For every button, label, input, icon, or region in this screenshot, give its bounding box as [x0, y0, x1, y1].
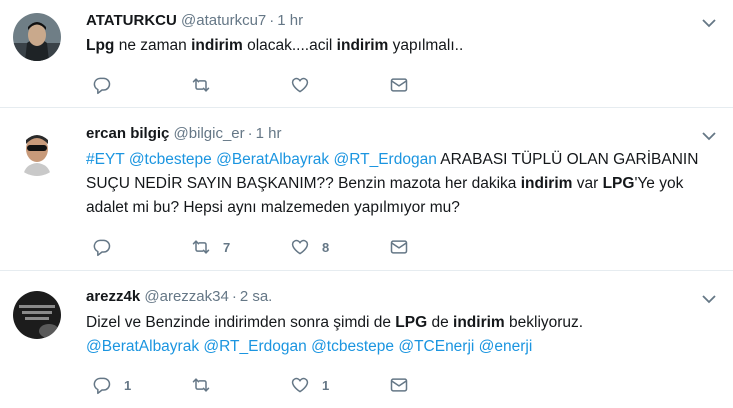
user-handle[interactable]: @arezzak34 — [144, 288, 228, 305]
like-button[interactable] — [290, 75, 322, 95]
highlighted-keyword: indirim — [453, 314, 505, 331]
reply-icon — [93, 77, 111, 95]
chevron-down-icon[interactable] — [701, 17, 717, 29]
text-fragment: bekliyoruz. — [504, 314, 584, 331]
tweet-actions: 1 1 — [86, 375, 726, 399]
retweet-button[interactable]: 7 — [191, 237, 230, 257]
like-count: 8 — [322, 239, 330, 255]
mention-link[interactable]: @tcbestepe — [311, 338, 394, 355]
heart-icon — [291, 239, 309, 255]
like-count: 1 — [322, 377, 330, 393]
highlighted-keyword: indirim — [520, 175, 573, 192]
reply-button[interactable] — [92, 75, 124, 95]
mention-link[interactable]: @BeratAlbayrak — [86, 338, 199, 355]
mention-link[interactable]: @tcbestepe — [129, 151, 212, 168]
display-name[interactable]: ercan bilgiç — [86, 125, 169, 142]
tweet-header: ercan bilgiç @bilgic_er · 1 hr — [86, 125, 282, 142]
reply-icon — [93, 239, 111, 257]
reply-button[interactable]: 1 — [92, 375, 131, 395]
tweet-text: Lpg ne zaman indirim olacak....acil indi… — [86, 34, 716, 58]
text-fragment: var — [572, 175, 603, 192]
avatar[interactable] — [13, 13, 61, 61]
retweet-icon — [192, 78, 210, 92]
display-name[interactable]: ATATURKCU — [86, 12, 177, 29]
direct-message-button[interactable] — [389, 75, 409, 95]
retweet-icon — [192, 240, 210, 254]
highlighted-keyword: Lpg — [86, 37, 115, 54]
highlighted-keyword: indirim — [336, 37, 389, 54]
timestamp[interactable]: 1 hr — [277, 12, 303, 29]
tweet-header: ATATURKCU @ataturkcu7 · 1 hr — [86, 12, 303, 29]
chevron-down-icon[interactable] — [701, 293, 717, 305]
retweet-button[interactable] — [191, 75, 223, 95]
highlighted-keyword: LPG — [602, 175, 635, 192]
like-button[interactable]: 1 — [290, 375, 329, 395]
reply-button[interactable] — [92, 237, 124, 257]
envelope-icon — [390, 378, 408, 392]
envelope-icon — [390, 78, 408, 92]
display-name[interactable]: arezz4k — [86, 288, 140, 305]
retweet-icon — [192, 378, 210, 392]
heart-icon — [291, 377, 309, 393]
direct-message-button[interactable] — [389, 237, 409, 257]
separator-dot: · — [269, 12, 275, 29]
tweet-actions — [86, 75, 726, 99]
avatar[interactable] — [13, 291, 61, 339]
reply-icon — [93, 377, 111, 395]
tweet-header: arezz4k @arezzak34 · 2 sa. — [86, 288, 272, 305]
reply-count: 1 — [124, 377, 132, 393]
direct-message-button[interactable] — [389, 375, 409, 395]
mention-link[interactable]: @TCEnerji — [398, 338, 474, 355]
mention-link[interactable]: @RT_Erdogan — [333, 151, 436, 168]
highlighted-keyword: LPG — [395, 314, 428, 331]
tweet[interactable]: arezz4k @arezzak34 · 2 sa. Dizel ve Benzin… — [0, 271, 733, 408]
timestamp[interactable]: 2 sa. — [240, 288, 273, 305]
highlighted-keyword: indirim — [191, 37, 243, 54]
user-handle[interactable]: @bilgic_er — [174, 125, 245, 142]
separator-dot: · — [247, 125, 253, 142]
tweet-actions: 7 8 — [86, 237, 726, 261]
chevron-down-icon[interactable] — [701, 130, 717, 142]
retweet-count: 7 — [223, 239, 231, 255]
text-fragment: de — [427, 314, 454, 331]
user-handle[interactable]: @ataturkcu7 — [181, 12, 266, 29]
envelope-icon — [390, 240, 408, 254]
tweet-text: #EYT @tcbestepe @BeratAlbayrak @RT_Erdog… — [86, 148, 716, 220]
timestamp[interactable]: 1 hr — [256, 125, 282, 142]
separator-dot: · — [231, 288, 237, 305]
text-fragment: ne zaman — [114, 37, 192, 54]
retweet-button[interactable] — [191, 375, 223, 395]
heart-icon — [291, 77, 309, 93]
text-fragment: Dizel ve Benzinde indirimden sonra şimdi… — [86, 314, 396, 331]
text-fragment: olacak....acil — [242, 37, 337, 54]
avatar[interactable] — [13, 128, 61, 176]
tweet[interactable]: ATATURKCU @ataturkcu7 · 1 hr Lpg ne zaman … — [0, 0, 733, 108]
mention-link[interactable]: @RT_Erdogan — [203, 338, 306, 355]
mention-link[interactable]: @enerji — [479, 338, 533, 355]
mention-link[interactable]: @BeratAlbayrak — [216, 151, 329, 168]
like-button[interactable]: 8 — [290, 237, 329, 257]
tweet[interactable]: ercan bilgiç @bilgic_er · 1 hr #EYT @tcbes… — [0, 108, 733, 271]
hashtag-link[interactable]: #EYT — [86, 151, 125, 168]
text-fragment: yapılmalı.. — [388, 37, 464, 54]
tweet-text: Dizel ve Benzinde indirimden sonra şimdi… — [86, 311, 716, 359]
